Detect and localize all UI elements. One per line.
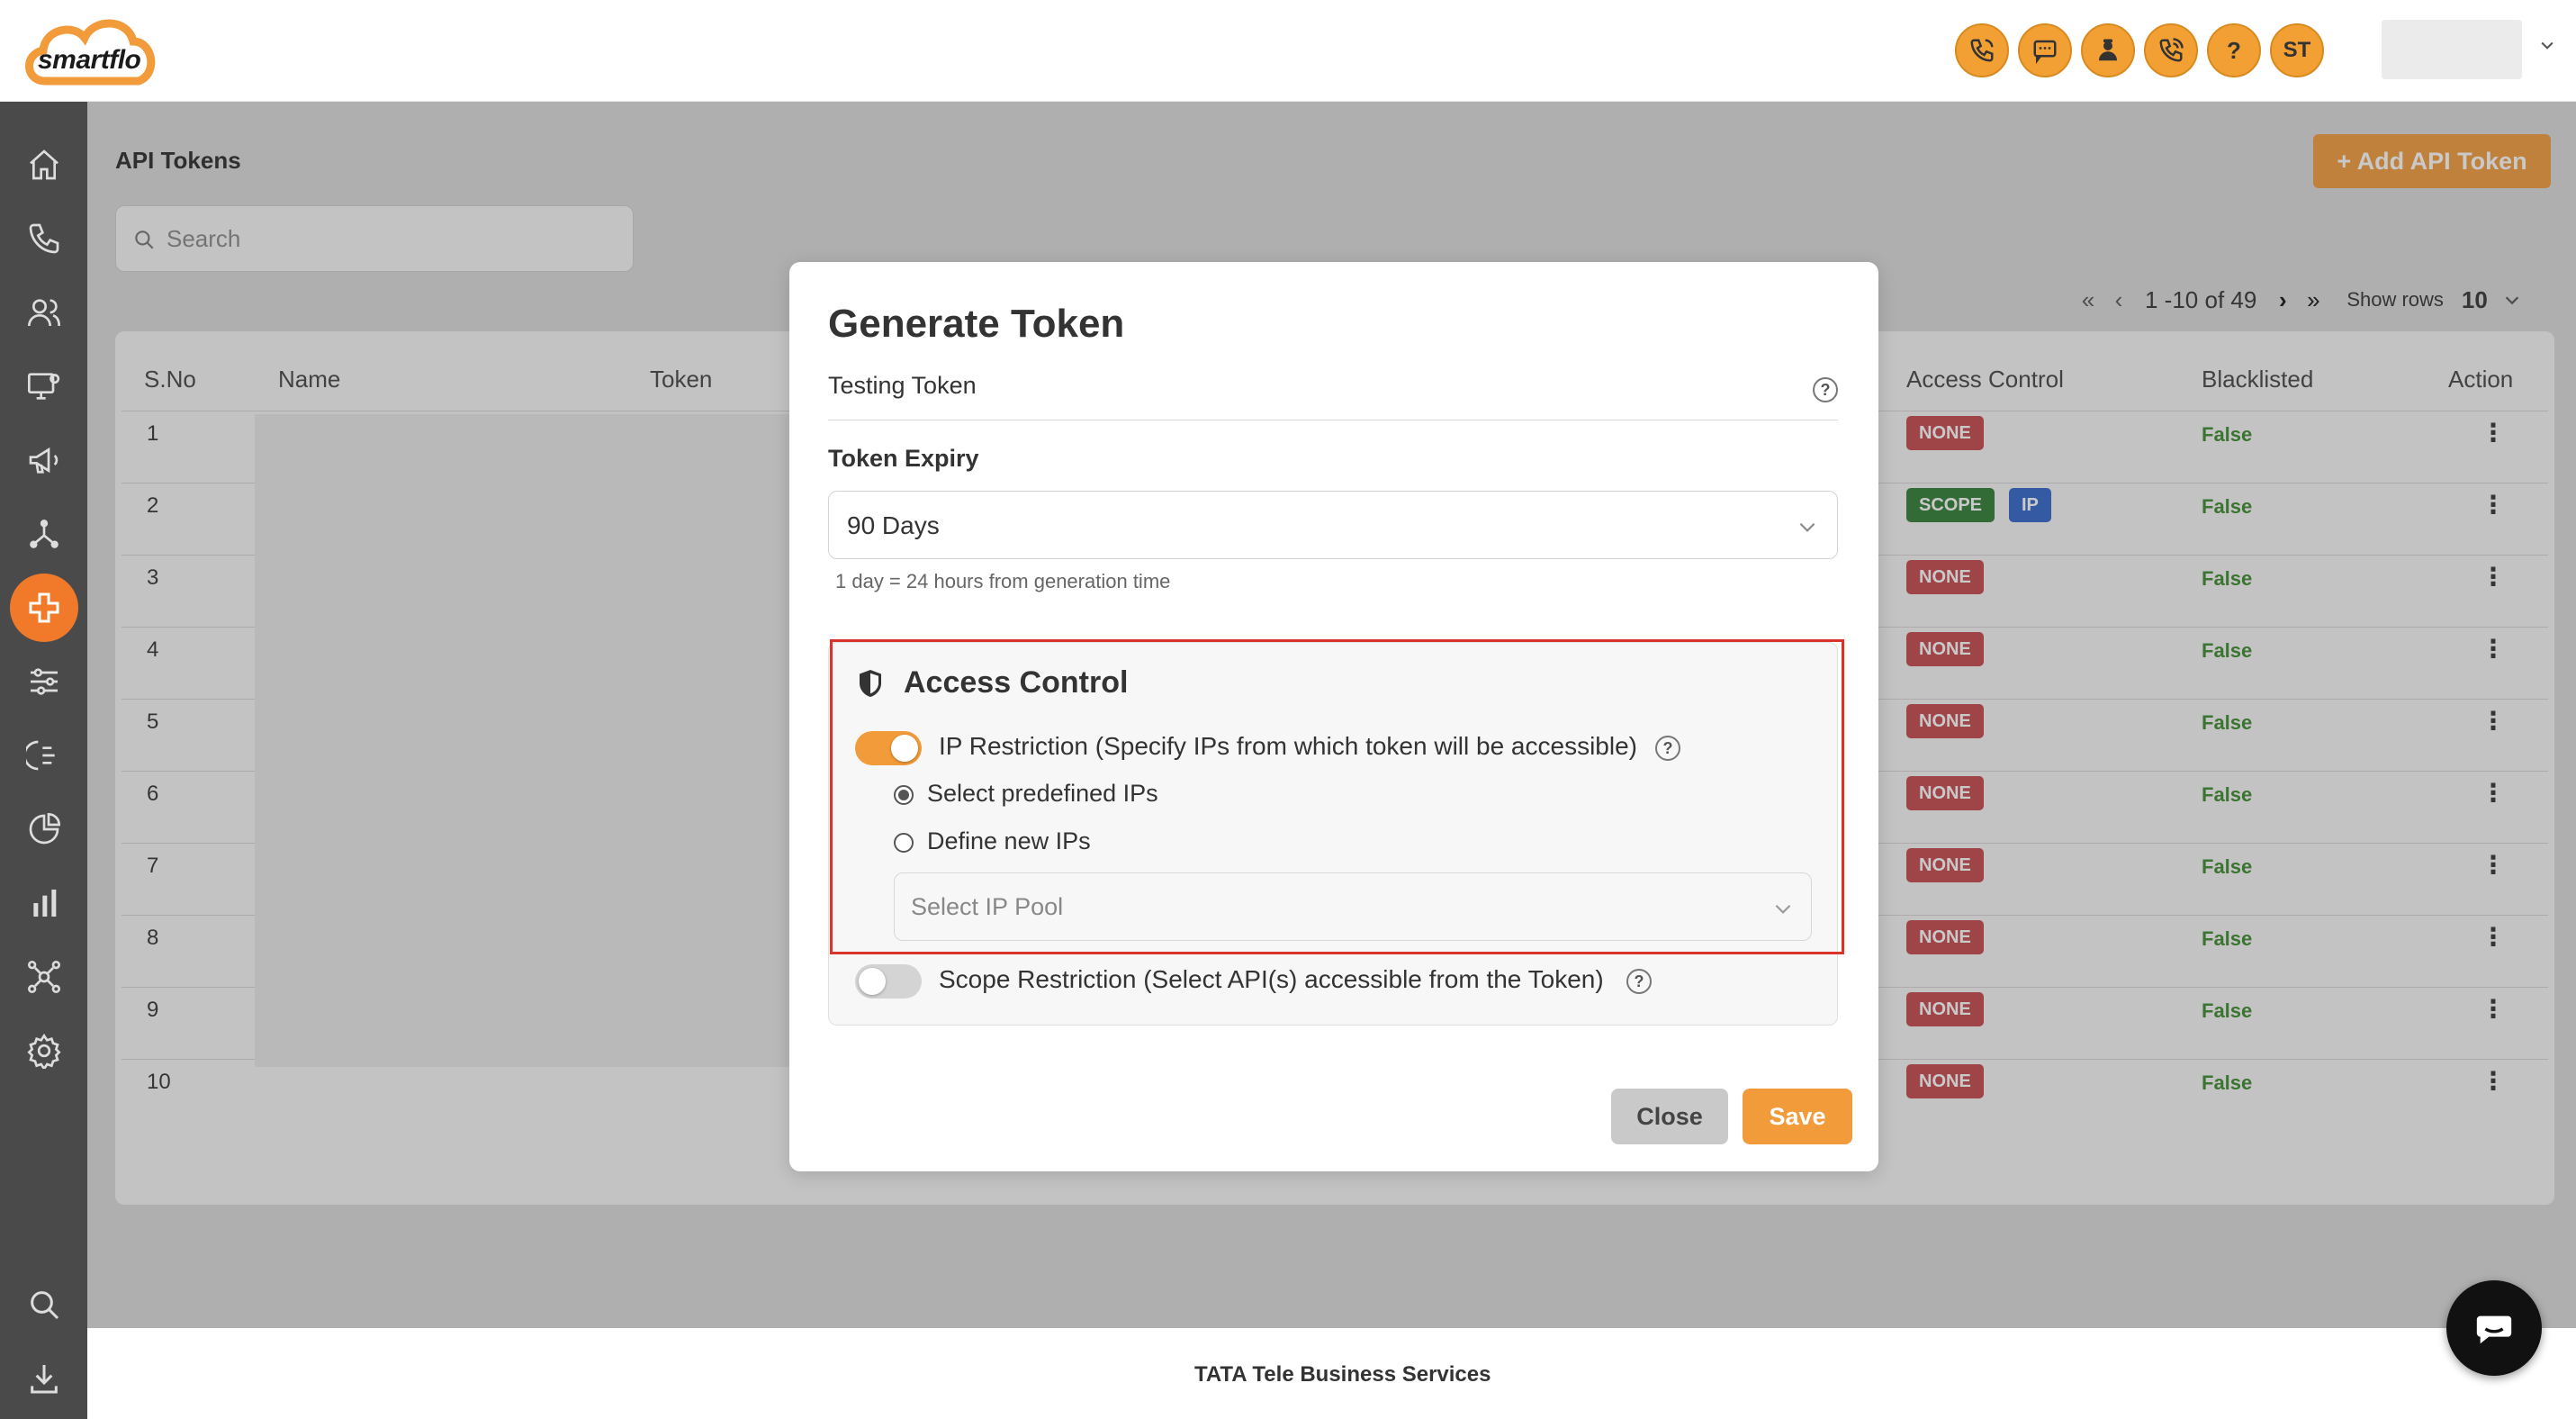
smartflo-logo[interactable]: smartflo xyxy=(18,11,162,97)
phone-icon[interactable] xyxy=(1955,23,2009,77)
footer: TATA Tele Business Services xyxy=(87,1328,2576,1419)
help-glyph: ? xyxy=(1820,380,1831,399)
sliders-icon[interactable] xyxy=(10,647,78,716)
phone-icon[interactable] xyxy=(10,204,78,273)
chevron-down-icon xyxy=(1775,904,1791,914)
monitor-settings-icon[interactable] xyxy=(10,352,78,420)
save-button[interactable]: Save xyxy=(1743,1089,1852,1144)
integrations-icon[interactable] xyxy=(10,943,78,1011)
megaphone-icon[interactable] xyxy=(10,426,78,494)
help-glyph: ? xyxy=(1662,738,1673,757)
modal-title: Generate Token xyxy=(828,302,1125,346)
search-icon[interactable] xyxy=(10,1270,78,1339)
expiry-note: 1 day = 24 hours from generation time xyxy=(835,570,1171,592)
user-avatar[interactable]: ST xyxy=(2270,23,2324,77)
user-name-box[interactable] xyxy=(2382,20,2522,79)
help-icon[interactable]: ? xyxy=(1813,377,1838,402)
radio-predefined-ips[interactable] xyxy=(894,785,914,805)
token-expiry-label: Token Expiry xyxy=(828,445,979,472)
ip-pool-select[interactable]: Select IP Pool xyxy=(894,872,1812,941)
token-name-field[interactable]: Testing Token xyxy=(828,372,977,400)
chat-support-button[interactable] xyxy=(2446,1280,2542,1376)
help-icon[interactable]: ? xyxy=(1626,969,1652,994)
api-icon[interactable] xyxy=(10,574,78,642)
help-glyph: ? xyxy=(2227,36,2241,64)
close-button[interactable]: Close xyxy=(1611,1089,1728,1144)
token-expiry-value: 90 Days xyxy=(847,511,940,539)
network-icon[interactable] xyxy=(10,500,78,568)
call-icon[interactable] xyxy=(2144,23,2198,77)
ip-restriction-toggle[interactable] xyxy=(855,731,922,765)
chevron-down-icon[interactable] xyxy=(2538,36,2556,54)
sidebar xyxy=(0,102,87,1419)
top-bar: smartflo ? ST xyxy=(0,0,2576,102)
ivr-icon[interactable] xyxy=(10,721,78,790)
access-control-title: Access Control xyxy=(904,665,1129,700)
help-icon[interactable]: ? xyxy=(2207,23,2261,77)
chevron-down-icon xyxy=(1799,522,1815,532)
ip-restriction-label: IP Restriction (Specify IPs from which t… xyxy=(939,732,1637,760)
shield-icon xyxy=(860,670,881,697)
user-initials: ST xyxy=(2283,38,2311,62)
users-icon[interactable] xyxy=(10,278,78,347)
scope-restriction-label: Scope Restriction (Select API(s) accessi… xyxy=(939,965,1604,993)
radio-define-new-ips-label[interactable]: Define new IPs xyxy=(927,827,1091,855)
footer-text: TATA Tele Business Services xyxy=(1194,1362,1491,1387)
radio-define-new-ips[interactable] xyxy=(894,833,914,853)
generate-token-modal: Generate Token Testing Token ? Token Exp… xyxy=(789,262,1878,1171)
radio-predefined-ips-label[interactable]: Select predefined IPs xyxy=(927,780,1158,808)
agent-icon[interactable] xyxy=(2081,23,2135,77)
bar-chart-icon[interactable] xyxy=(10,869,78,937)
home-icon[interactable] xyxy=(10,131,78,199)
sms-icon[interactable] xyxy=(2018,23,2072,77)
download-icon[interactable] xyxy=(10,1344,78,1413)
toggle-knob xyxy=(859,968,886,995)
help-glyph: ? xyxy=(1634,972,1644,990)
token-expiry-select[interactable]: 90 Days xyxy=(828,491,1838,559)
settings-icon[interactable] xyxy=(10,1017,78,1085)
header-icons: ? ST xyxy=(1955,23,2324,77)
ip-pool-placeholder: Select IP Pool xyxy=(911,893,1064,920)
help-icon[interactable]: ? xyxy=(1655,736,1680,761)
toggle-knob xyxy=(891,735,918,762)
pie-chart-icon[interactable] xyxy=(10,795,78,863)
logo-text: smartflo xyxy=(38,45,141,75)
scope-restriction-toggle[interactable] xyxy=(855,964,922,999)
chat-icon xyxy=(2476,1315,2512,1344)
